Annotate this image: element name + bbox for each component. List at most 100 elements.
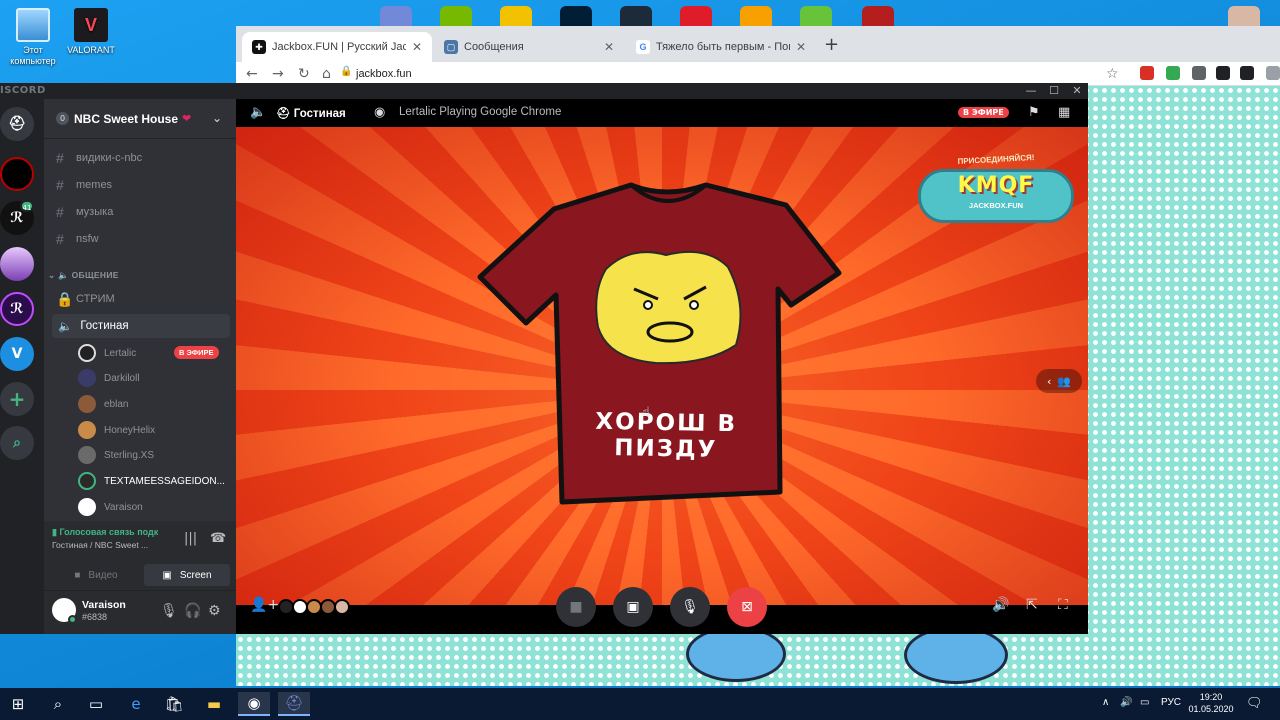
stream-controls: 👤+ ■ ▣ 🎙 ⊠ 🔊 ⇱ ⛶: [236, 583, 1088, 634]
volume-icon[interactable]: 🔊: [992, 597, 1009, 613]
show-hidden-icons-icon[interactable]: ∧: [1102, 697, 1109, 708]
desktop-icon-this-pc[interactable]: Этот компьютер: [2, 8, 64, 67]
mouse-cursor-icon: ☝: [642, 405, 650, 420]
back-icon[interactable]: ←: [246, 65, 258, 83]
channel-nsfw[interactable]: # nsfw: [56, 229, 99, 249]
tab-jackbox[interactable]: ✚ Jackbox.FUN | Русский Jackbox ✕: [242, 32, 432, 62]
voice-user[interactable]: TEXTAMEESSAGEIDON...: [78, 470, 228, 492]
clock[interactable]: 19:20 01.05.2020: [1186, 691, 1236, 715]
screen-share-button[interactable]: ▣ Screen: [144, 564, 230, 586]
channel-name: memes: [76, 179, 113, 191]
edge-icon[interactable]: e: [120, 692, 152, 716]
cube-extension-icon[interactable]: [1216, 66, 1230, 80]
clock-time: 19:20: [1199, 692, 1223, 702]
tab-messages[interactable]: ▢ Сообщения ✕: [434, 32, 624, 62]
voice-user-name: Varaison: [104, 501, 143, 513]
character-foot-left: [686, 626, 786, 682]
close-tab-icon[interactable]: ✕: [412, 40, 422, 54]
video-button[interactable]: ■ Видео: [52, 564, 140, 586]
forward-icon[interactable]: →: [272, 65, 284, 83]
invite-user-icon[interactable]: 👤+: [250, 597, 279, 613]
game-screen[interactable]: ПРИСОЕДИНЯЙСЯ! KMQF JACKBOX.FUN ХОРОШ В …: [236, 127, 1088, 605]
store-icon[interactable]: 🛍: [158, 692, 190, 716]
close-window-icon[interactable]: ✕: [1066, 83, 1088, 99]
tab-search[interactable]: G Тяжело быть первым - Поиск в ✕: [626, 32, 816, 62]
notifications-icon[interactable]: 🗨: [1246, 695, 1263, 711]
server-header[interactable]: 0 NBC Sweet House ❤ ⌄: [44, 99, 236, 139]
member-list-toggle[interactable]: ‹ 👥: [1036, 369, 1082, 393]
channel-music[interactable]: # музыка: [56, 202, 113, 222]
add-server-icon[interactable]: +: [0, 382, 34, 416]
chrome-taskbar-icon[interactable]: ◉: [238, 692, 270, 716]
disconnect-icon[interactable]: ☎: [210, 531, 226, 546]
computer-icon: [16, 8, 50, 42]
voice-user[interactable]: Sterling.XS: [78, 444, 228, 466]
screen-label: Screen: [179, 569, 212, 581]
close-tab-icon[interactable]: ✕: [796, 40, 806, 54]
network-tray-icon[interactable]: ▭: [1140, 697, 1149, 708]
extension-icon[interactable]: [1192, 66, 1206, 80]
new-tab-icon[interactable]: +: [824, 36, 839, 54]
voice-user[interactable]: eblan: [78, 393, 228, 415]
character-foot-right: [904, 626, 1008, 684]
popout-chat-icon[interactable]: ⚑: [1028, 105, 1040, 120]
channel-vidiki[interactable]: # видики-с-nbc: [56, 148, 142, 168]
voice-user[interactable]: Darkiloll: [78, 367, 228, 389]
vk-extension-icon[interactable]: [1240, 66, 1254, 80]
desktop-icon-valorant[interactable]: V VALORANT: [60, 8, 122, 56]
mute-button[interactable]: 🎙: [670, 587, 710, 627]
avatar: [78, 421, 96, 439]
bookmark-star-icon[interactable]: ☆: [1106, 65, 1119, 83]
adblock-extension-icon[interactable]: [1140, 66, 1154, 80]
voice-user[interactable]: Lertalic В ЭФИРЕ: [78, 342, 228, 364]
server-icon-black[interactable]: [0, 157, 34, 191]
speaker-icon: 🔈: [250, 105, 267, 120]
explore-servers-icon[interactable]: ⌕: [0, 426, 34, 460]
channel-name: СТРИМ: [76, 293, 115, 305]
volume-tray-icon[interactable]: 🔊: [1120, 697, 1132, 708]
discord-taskbar-icon[interactable]: ⛑: [278, 692, 310, 716]
avatar: [78, 498, 96, 516]
google-favicon-icon: G: [636, 40, 650, 54]
account-icon[interactable]: [1266, 66, 1280, 80]
noise-suppression-icon[interactable]: |||: [184, 531, 197, 546]
close-tab-icon[interactable]: ✕: [604, 40, 614, 54]
home-icon[interactable]: ⌂: [322, 65, 331, 83]
server-icon-girl[interactable]: [0, 247, 34, 281]
avatar: [78, 344, 96, 362]
maximize-icon[interactable]: ☐: [1043, 83, 1065, 99]
voice-channel-gostinaya[interactable]: 🔈 Гостиная: [52, 314, 230, 338]
search-icon[interactable]: ⌕: [42, 692, 74, 716]
camera-button[interactable]: ■: [556, 587, 596, 627]
category-voice[interactable]: ⌄ 🔈 ОБЩЕНИЕ: [48, 270, 119, 281]
server-icon-purple[interactable]: ℛ: [0, 292, 34, 326]
fullscreen-icon[interactable]: ⛶: [1058, 597, 1068, 613]
start-windows-icon[interactable]: ⊞: [2, 692, 34, 716]
headphones-icon[interactable]: 🎧: [184, 603, 201, 619]
file-explorer-icon[interactable]: ▬: [198, 692, 230, 716]
tab-strip: ✚ Jackbox.FUN | Русский Jackbox ✕ ▢ Сооб…: [236, 26, 1280, 62]
grid-layout-icon[interactable]: ▦: [1058, 105, 1070, 120]
face-eye-right: [689, 300, 699, 310]
minimize-icon[interactable]: —: [1020, 83, 1042, 99]
voice-user[interactable]: HoneyHelix: [78, 419, 228, 441]
microphone-icon[interactable]: 🎙: [160, 603, 178, 619]
reload-icon[interactable]: ↻: [298, 65, 310, 83]
channel-stream-locked[interactable]: 🔒 СТРИМ: [56, 289, 115, 309]
voice-user[interactable]: Varaison: [78, 496, 228, 518]
input-language[interactable]: РУС: [1161, 697, 1181, 708]
discord-home-icon[interactable]: ⛑: [0, 107, 34, 141]
popout-icon[interactable]: ⇱: [1026, 597, 1038, 613]
server-icon-v[interactable]: V: [0, 337, 34, 371]
screen-share-toggle-button[interactable]: ▣: [613, 587, 653, 627]
channel-memes[interactable]: # memes: [56, 175, 112, 195]
settings-gear-icon[interactable]: ⚙: [208, 603, 221, 619]
url-field[interactable]: jackbox.fun: [356, 66, 412, 82]
stop-stream-button[interactable]: ⊠: [727, 587, 767, 627]
shield-extension-icon[interactable]: [1166, 66, 1180, 80]
lock-icon[interactable]: 🔒: [340, 66, 352, 77]
task-view-icon[interactable]: ▭: [80, 692, 112, 716]
speaker-icon: 🔈: [58, 321, 73, 333]
chevron-down-icon[interactable]: ⌄: [212, 111, 222, 125]
channel-name: видики-с-nbc: [76, 152, 143, 164]
